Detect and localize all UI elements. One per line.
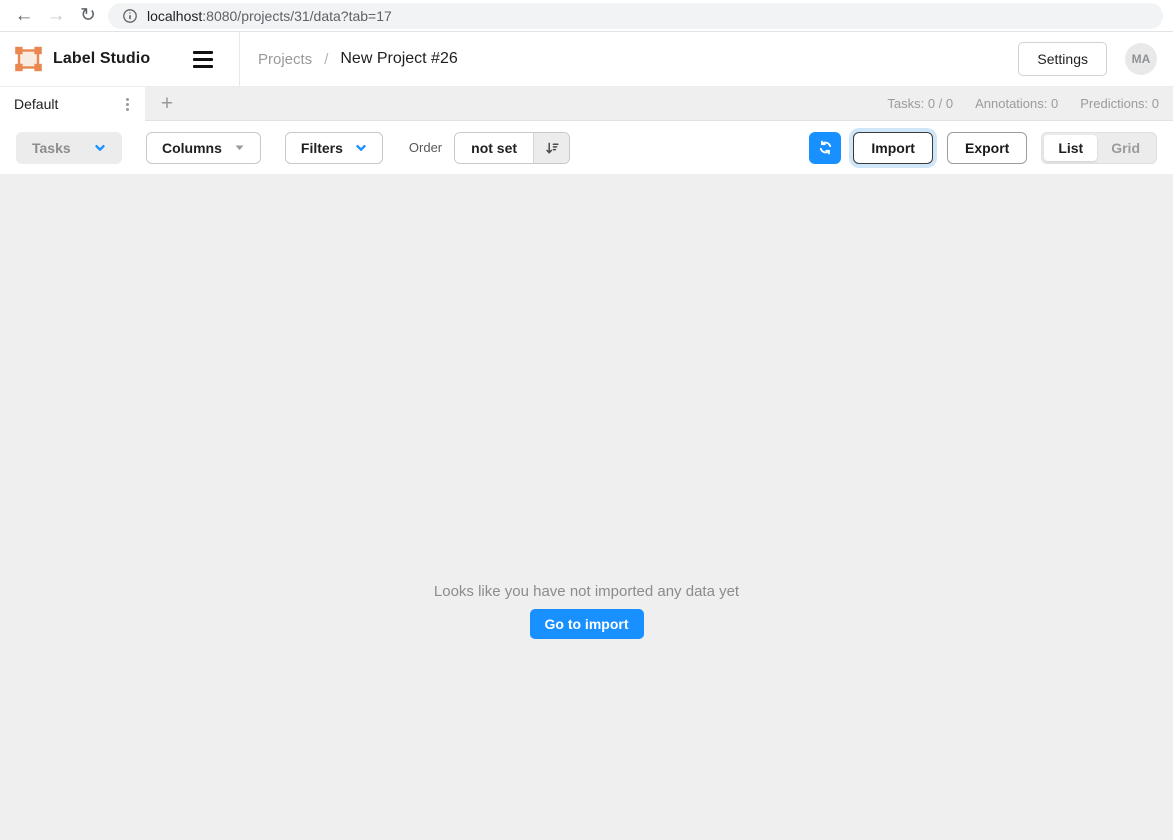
tab-default[interactable]: Default xyxy=(0,87,145,121)
app-title: Label Studio xyxy=(53,50,150,68)
annotations-counter: Annotations: 0 xyxy=(975,96,1058,111)
tab-bar: Default + Tasks: 0 / 0 Annotations: 0 Pr… xyxy=(0,87,1173,121)
empty-state-message: Looks like you have not imported any dat… xyxy=(434,583,739,600)
predictions-counter: Predictions: 0 xyxy=(1080,96,1159,111)
page-title: New Project #26 xyxy=(340,50,457,68)
tab-options-kebab-icon[interactable] xyxy=(120,94,135,115)
counters: Tasks: 0 / 0 Annotations: 0 Predictions:… xyxy=(887,87,1173,120)
info-icon[interactable] xyxy=(122,8,138,24)
filters-dropdown[interactable]: Filters xyxy=(285,132,383,164)
breadcrumb-separator: / xyxy=(324,51,328,68)
app-logo[interactable]: Label Studio xyxy=(14,46,150,72)
address-bar[interactable]: localhost:8080/projects/31/data?tab=17 xyxy=(108,3,1163,29)
browser-toolbar: ← → ↻ localhost:8080/projects/31/data?ta… xyxy=(0,0,1173,32)
columns-dropdown-label: Columns xyxy=(162,140,222,156)
breadcrumb-projects-link[interactable]: Projects xyxy=(258,51,312,68)
url-host: localhost xyxy=(147,8,202,24)
tasks-counter: Tasks: 0 / 0 xyxy=(887,96,953,111)
data-manager-empty-state: Looks like you have not imported any dat… xyxy=(0,174,1173,840)
view-toggle-grid[interactable]: Grid xyxy=(1097,135,1154,161)
import-button[interactable]: Import xyxy=(853,132,933,164)
breadcrumb: Projects / New Project #26 xyxy=(240,50,1018,68)
user-avatar[interactable]: MA xyxy=(1125,43,1157,75)
order-control: not set xyxy=(454,132,570,164)
tab-bar-spacer xyxy=(189,87,887,120)
tasks-dropdown-label: Tasks xyxy=(32,140,71,156)
browser-reload-icon[interactable]: ↻ xyxy=(76,4,100,28)
tasks-dropdown[interactable]: Tasks xyxy=(16,132,122,164)
sync-icon xyxy=(817,139,834,156)
order-label: Order xyxy=(409,140,442,155)
data-toolbar: Tasks Columns Filters Order not set xyxy=(0,121,1173,174)
browser-forward-icon[interactable]: → xyxy=(44,4,68,28)
tab-default-label: Default xyxy=(14,96,58,112)
caret-down-icon xyxy=(234,142,245,153)
app-header: Label Studio Projects / New Project #26 … xyxy=(0,32,1173,87)
order-value-button[interactable]: not set xyxy=(455,133,533,163)
url-path: :8080/projects/31/data?tab=17 xyxy=(202,8,392,24)
columns-dropdown[interactable]: Columns xyxy=(146,132,261,164)
export-button[interactable]: Export xyxy=(947,132,1027,164)
view-toggle-list[interactable]: List xyxy=(1044,135,1097,161)
settings-button[interactable]: Settings xyxy=(1018,42,1107,76)
chevron-down-icon xyxy=(355,142,367,154)
filters-dropdown-label: Filters xyxy=(301,140,343,156)
menu-hamburger-icon[interactable] xyxy=(189,47,217,72)
view-toggle: List Grid xyxy=(1041,132,1157,164)
browser-back-icon[interactable]: ← xyxy=(12,4,36,28)
refresh-button[interactable] xyxy=(809,132,841,164)
chevron-down-icon xyxy=(94,142,106,154)
sort-direction-button[interactable] xyxy=(533,133,569,163)
go-to-import-button[interactable]: Go to import xyxy=(530,609,644,639)
plus-icon: + xyxy=(161,92,173,116)
label-studio-logo-icon xyxy=(14,46,43,72)
logo-section: Label Studio xyxy=(0,32,240,86)
add-tab-button[interactable]: + xyxy=(145,87,189,120)
sort-descending-icon xyxy=(544,140,560,156)
url-text[interactable]: localhost:8080/projects/31/data?tab=17 xyxy=(147,8,392,24)
